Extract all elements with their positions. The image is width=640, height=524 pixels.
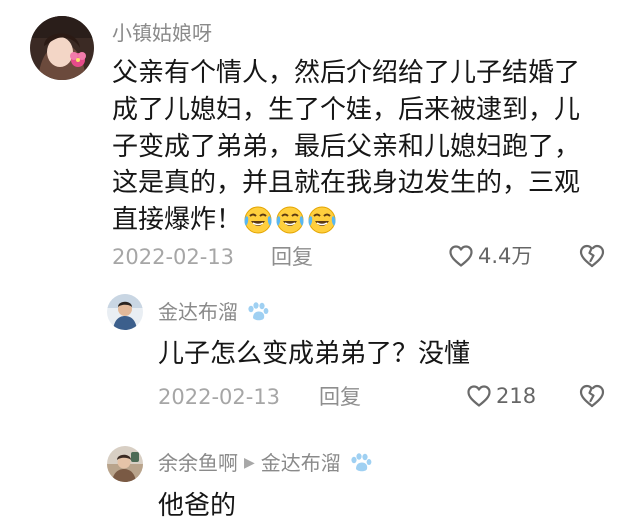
paw-badge-icon (351, 453, 372, 472)
paw-badge-icon (248, 302, 269, 321)
crying-laughing-emoji-icon (244, 206, 272, 234)
reply-text: 他爸的 (158, 491, 237, 521)
comment-text-line: 这是真的，并且就在我身边发生的，三观 (112, 168, 581, 199)
avatar[interactable] (30, 16, 94, 80)
comment-text-line: 子变成了弟弟，最后父亲和儿媳妇跑了， (112, 131, 581, 162)
like-count: 4.4万 (478, 244, 533, 268)
comment-date: 2022-02-13 (112, 245, 235, 269)
reply-username-text[interactable]: 余余鱼啊 (158, 450, 238, 476)
like-button[interactable]: 4.4万 (448, 241, 532, 271)
reply-username-text[interactable]: 金达布溜 (158, 299, 238, 325)
like-count: 218 (496, 384, 537, 408)
comment-text-line: 成了儿媳妇，生了个娃，后来被逮到，儿 (112, 94, 581, 125)
comment-text-line-last: 直接爆炸！ (112, 202, 580, 239)
heart-outline-icon (449, 245, 473, 267)
comment-text: 父亲有个情人，然后介绍给了儿子结婚了 成了儿媳妇，生了个娃，后来被逮到，儿 子变… (112, 55, 580, 239)
reply-to-username[interactable]: 金达布溜 (261, 450, 341, 476)
reply-button[interactable]: 回复 (319, 384, 361, 410)
avatar[interactable] (107, 446, 143, 482)
comment-username[interactable]: 小镇姑娘呀 (112, 21, 212, 45)
comment-text-line: 直接爆炸！ (112, 205, 243, 236)
reply-item: 余余鱼啊 ▶ 金达布溜 他爸的 (0, 430, 640, 521)
reply-username: 余余鱼啊 ▶ 金达布溜 (158, 450, 373, 476)
crying-laughing-emoji-icon (276, 206, 304, 234)
broken-heart-icon[interactable] (578, 383, 606, 409)
comment-item: 小镇姑娘呀 父亲有个情人，然后介绍给了儿子结婚了 成了儿媳妇，生了个娃，后来被逮… (0, 0, 640, 290)
crying-laughing-emoji-icon (308, 206, 336, 234)
avatar[interactable] (107, 294, 143, 330)
reply-username: 金达布溜 (158, 299, 270, 325)
reply-to-arrow-icon: ▶ (244, 455, 255, 471)
comment-text-line: 父亲有个情人，然后介绍给了儿子结婚了 (112, 58, 581, 88)
reply-date: 2022-02-13 (158, 385, 281, 409)
heart-outline-icon (467, 385, 491, 407)
reply-item: 金达布溜 儿子怎么变成弟弟了？没懂 2022-02-13 回复 218 (0, 290, 640, 430)
reply-button[interactable]: 回复 (271, 244, 313, 270)
broken-heart-icon[interactable] (578, 243, 606, 269)
like-button[interactable]: 218 (466, 381, 536, 411)
reply-text: 儿子怎么变成弟弟了？没懂 (158, 339, 471, 369)
